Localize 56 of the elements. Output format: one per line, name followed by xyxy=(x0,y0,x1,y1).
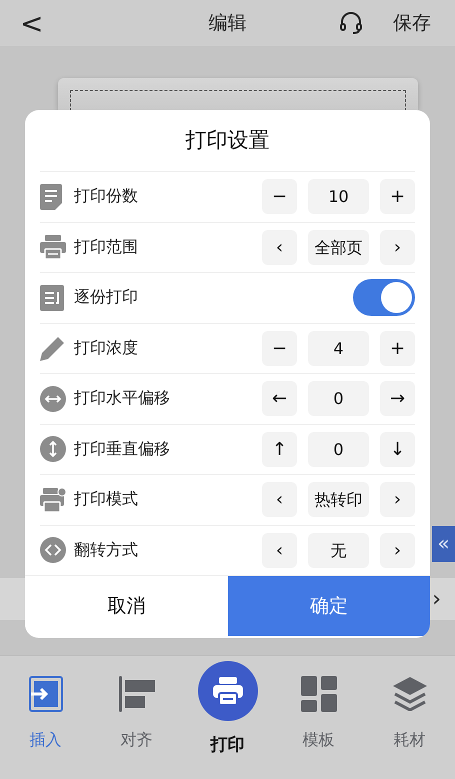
page-title: 编辑 xyxy=(208,12,246,34)
nav-tab[interactable]: 耗材 xyxy=(364,656,455,779)
value-field[interactable]: 全部页 xyxy=(308,230,369,265)
step-button[interactable]: + xyxy=(380,179,415,214)
step-button[interactable]: ‹ xyxy=(262,230,297,265)
printer-icon xyxy=(40,488,66,512)
vertical-arrows-icon xyxy=(40,436,66,462)
step-button[interactable]: › xyxy=(380,532,415,568)
step-button[interactable]: ↑ xyxy=(262,432,297,467)
step-button[interactable]: ‹ xyxy=(262,532,297,568)
confirm-button[interactable]: 确定 xyxy=(228,576,430,636)
value-field[interactable]: 10 xyxy=(308,179,369,214)
step-button[interactable]: → xyxy=(380,381,415,416)
printer-icon xyxy=(212,677,242,705)
insert-icon xyxy=(28,676,62,712)
step-button[interactable]: › xyxy=(380,482,415,518)
setting-label: 打印份数 xyxy=(74,186,138,208)
print-tab[interactable]: 打印 xyxy=(182,656,273,779)
nav-tab[interactable]: 模板 xyxy=(273,656,364,779)
save-button[interactable]: 保存 xyxy=(393,10,431,36)
step-button[interactable]: + xyxy=(380,330,415,366)
step-button[interactable]: − xyxy=(262,179,297,214)
setting-label: 打印模式 xyxy=(74,489,138,510)
step-button[interactable]: ‹ xyxy=(262,482,297,518)
label-canvas[interactable] xyxy=(58,78,418,110)
printer-icon xyxy=(40,235,66,260)
setting-label: 翻转方式 xyxy=(74,540,138,561)
toggle-switch[interactable] xyxy=(353,279,415,316)
setting-label: 打印浓度 xyxy=(74,338,138,359)
value-field[interactable]: 0 xyxy=(308,381,369,416)
step-button[interactable]: − xyxy=(262,330,297,366)
value-field[interactable]: 4 xyxy=(308,330,369,366)
pencil-icon xyxy=(40,335,66,362)
nav-tab[interactable]: 对齐 xyxy=(91,656,182,779)
step-button[interactable]: ← xyxy=(262,381,297,416)
value-field[interactable]: 无 xyxy=(308,532,369,568)
setting-label: 打印水平偏移 xyxy=(74,388,170,410)
horizontal-arrows-icon xyxy=(40,386,66,412)
back-button[interactable]: < xyxy=(20,6,50,40)
dialog-title: 打印设置 xyxy=(184,127,270,154)
grid-icon xyxy=(300,676,336,712)
value-field[interactable]: 0 xyxy=(308,432,369,467)
setting-label: 逐份打印 xyxy=(74,287,138,308)
document-icon xyxy=(40,184,62,210)
setting-label: 打印垂直偏移 xyxy=(74,438,170,460)
layers-icon xyxy=(392,677,426,711)
list-icon xyxy=(40,284,64,311)
value-field[interactable]: 热转印 xyxy=(308,482,369,518)
setting-label: 打印范围 xyxy=(74,236,138,258)
step-button[interactable]: ↓ xyxy=(380,432,415,467)
align-left-icon xyxy=(118,676,154,712)
next-button[interactable]: › xyxy=(432,586,441,612)
side-handle[interactable]: « xyxy=(432,526,455,562)
headset-icon[interactable] xyxy=(339,11,363,35)
step-button[interactable]: › xyxy=(380,230,415,265)
code-brackets-icon xyxy=(40,537,66,564)
